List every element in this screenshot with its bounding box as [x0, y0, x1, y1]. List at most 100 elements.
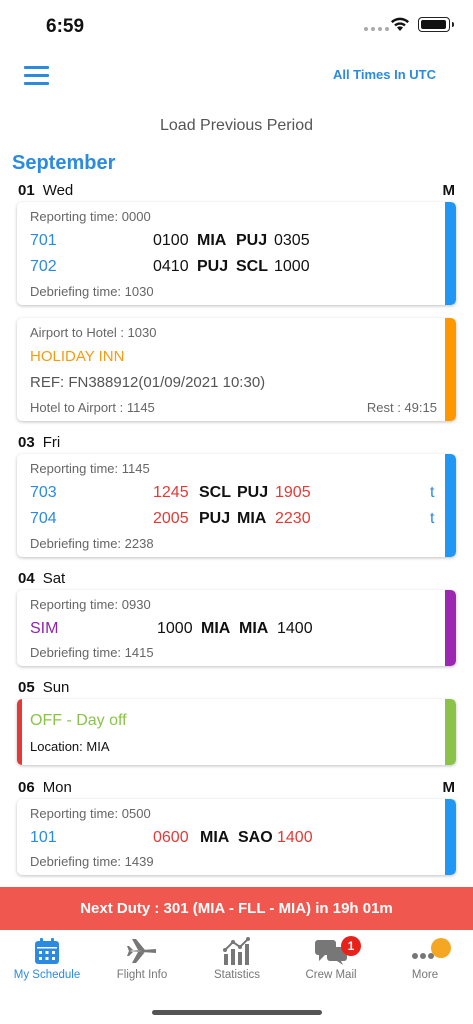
- hotel-color-bar: [445, 318, 456, 421]
- day-number: 05: [18, 679, 35, 696]
- origin: SCL: [199, 484, 231, 501]
- off-left-bar: [17, 699, 22, 765]
- flight-number: 703: [30, 484, 57, 501]
- day-header: 01 Wed: [18, 182, 73, 199]
- day-name: Sat: [42, 570, 66, 587]
- duty-card[interactable]: Reporting time: 1145 703 1245 SCL PUJ 19…: [17, 454, 456, 557]
- tab-label: Flight Info: [116, 969, 168, 981]
- flight-row[interactable]: 703 1245 SCL PUJ 1905 t: [30, 484, 440, 504]
- origin: MIA: [197, 232, 227, 249]
- day-number: 01: [18, 182, 35, 199]
- destination: PUJ: [237, 484, 269, 501]
- duty-card[interactable]: Reporting time: 0500 101 0600 MIA SAO 14…: [17, 799, 456, 875]
- day-header: 04 Sat: [18, 570, 65, 587]
- destination: SCL: [236, 258, 268, 275]
- hotel-to-airport: Hotel to Airport : 1145: [30, 400, 155, 415]
- flight-mark: t: [430, 484, 435, 501]
- destination: MIA: [239, 620, 269, 637]
- destination: MIA: [237, 510, 267, 527]
- tab-label: My Schedule: [13, 969, 81, 981]
- load-previous-button[interactable]: Load Previous Period: [0, 117, 473, 135]
- notification-dot: [431, 938, 451, 958]
- debriefing-time: Debriefing time: 1030: [30, 284, 154, 299]
- tab-my-schedule[interactable]: My Schedule: [0, 936, 94, 981]
- rest-time: Rest : 49:15: [366, 400, 437, 415]
- day-number: 06: [18, 779, 35, 796]
- day-header: 06 Mon: [18, 779, 72, 796]
- day-number: 04: [18, 570, 35, 587]
- day-name: Mon: [42, 779, 72, 796]
- unread-badge: 1: [341, 936, 361, 956]
- origin: MIA: [200, 829, 230, 846]
- next-duty-banner[interactable]: Next Duty : 301 (MIA - FLL - MIA) in 19h…: [0, 887, 473, 930]
- reporting-time: Reporting time: 1145: [30, 461, 150, 476]
- tab-more[interactable]: More: [378, 936, 472, 981]
- duty-color-bar: [445, 454, 456, 557]
- hotel-card[interactable]: Airport to Hotel : 1030 HOLIDAY INN REF:…: [17, 318, 456, 421]
- duty-card[interactable]: Reporting time: 0000 701 0100 MIA PUJ 03…: [17, 202, 456, 305]
- departure-time: 0600: [153, 829, 189, 846]
- day-name: Sun: [42, 679, 70, 696]
- tab-label: Crew Mail: [305, 969, 357, 981]
- day-flag: M: [442, 779, 456, 796]
- duty-color-bar: [445, 202, 456, 305]
- month-title: September: [12, 152, 116, 174]
- flight-row[interactable]: 704 2005 PUJ MIA 2230 t: [30, 510, 440, 530]
- tab-statistics[interactable]: Statistics: [190, 936, 284, 981]
- menu-icon[interactable]: [24, 66, 49, 85]
- flight-row[interactable]: 702 0410 PUJ SCL 1000: [30, 258, 440, 278]
- day-header: 03 Fri: [18, 434, 60, 451]
- sim-row[interactable]: SIM 1000 MIA MIA 1400: [30, 620, 440, 640]
- day-number: 03: [18, 434, 35, 451]
- duty-color-bar: [445, 799, 456, 875]
- departure-time: 0100: [153, 232, 189, 249]
- arrival-time: 0305: [274, 232, 310, 249]
- day-name: Fri: [42, 434, 61, 451]
- tab-label: Statistics: [213, 969, 260, 981]
- end-time: 1400: [277, 620, 313, 637]
- chart-icon: [223, 937, 250, 965]
- airplane-icon: [127, 939, 156, 963]
- debriefing-time: Debriefing time: 1439: [30, 854, 154, 869]
- flight-number: 704: [30, 510, 57, 527]
- status-bar: 6:59: [0, 0, 473, 50]
- battery-icon: [418, 17, 454, 32]
- arrival-time: 2230: [275, 510, 311, 527]
- status-time: 6:59: [46, 16, 85, 37]
- day-name: Wed: [42, 182, 74, 199]
- signal-icon: [364, 27, 389, 31]
- flight-row[interactable]: 701 0100 MIA PUJ 0305: [30, 232, 440, 252]
- wifi-icon: [391, 17, 409, 31]
- home-indicator: [152, 1010, 322, 1015]
- origin: MIA: [201, 620, 231, 637]
- flight-number: 702: [30, 258, 57, 275]
- hotel-name: HOLIDAY INN: [30, 348, 125, 365]
- off-color-bar: [445, 699, 456, 765]
- reporting-time: Reporting time: 0930: [30, 597, 151, 612]
- tab-label: More: [411, 969, 439, 981]
- app-header: All Times In UTC: [0, 50, 473, 110]
- debriefing-time: Debriefing time: 1415: [30, 645, 154, 660]
- flight-number: 701: [30, 232, 57, 249]
- tab-crew-mail[interactable]: 1 Crew Mail: [284, 936, 378, 981]
- destination: PUJ: [236, 232, 268, 249]
- tab-flight-info[interactable]: Flight Info: [95, 936, 189, 981]
- utc-toggle[interactable]: All Times In UTC: [333, 67, 436, 82]
- arrival-time: 1905: [275, 484, 311, 501]
- hotel-reference: REF: FN388912(01/09/2021 10:30): [30, 374, 266, 391]
- flight-mark: t: [430, 510, 435, 527]
- departure-time: 2005: [153, 510, 189, 527]
- day-header: 05 Sun: [18, 679, 69, 696]
- flight-row[interactable]: 101 0600 MIA SAO 1400: [30, 829, 440, 849]
- arrival-time: 1000: [274, 258, 310, 275]
- schedule-list[interactable]: Load Previous Period September 01 Wed M R…: [0, 110, 473, 887]
- reporting-time: Reporting time: 0000: [30, 209, 151, 224]
- day-off-card[interactable]: OFF - Day off Location: MIA: [17, 699, 456, 765]
- airport-to-hotel: Airport to Hotel : 1030: [30, 325, 157, 340]
- start-time: 1000: [157, 620, 193, 637]
- sim-label: SIM: [30, 620, 59, 637]
- departure-time: 0410: [153, 258, 189, 275]
- sim-color-bar: [445, 590, 456, 666]
- flight-number: 101: [30, 829, 57, 846]
- duty-card[interactable]: Reporting time: 0930 SIM 1000 MIA MIA 14…: [17, 590, 456, 666]
